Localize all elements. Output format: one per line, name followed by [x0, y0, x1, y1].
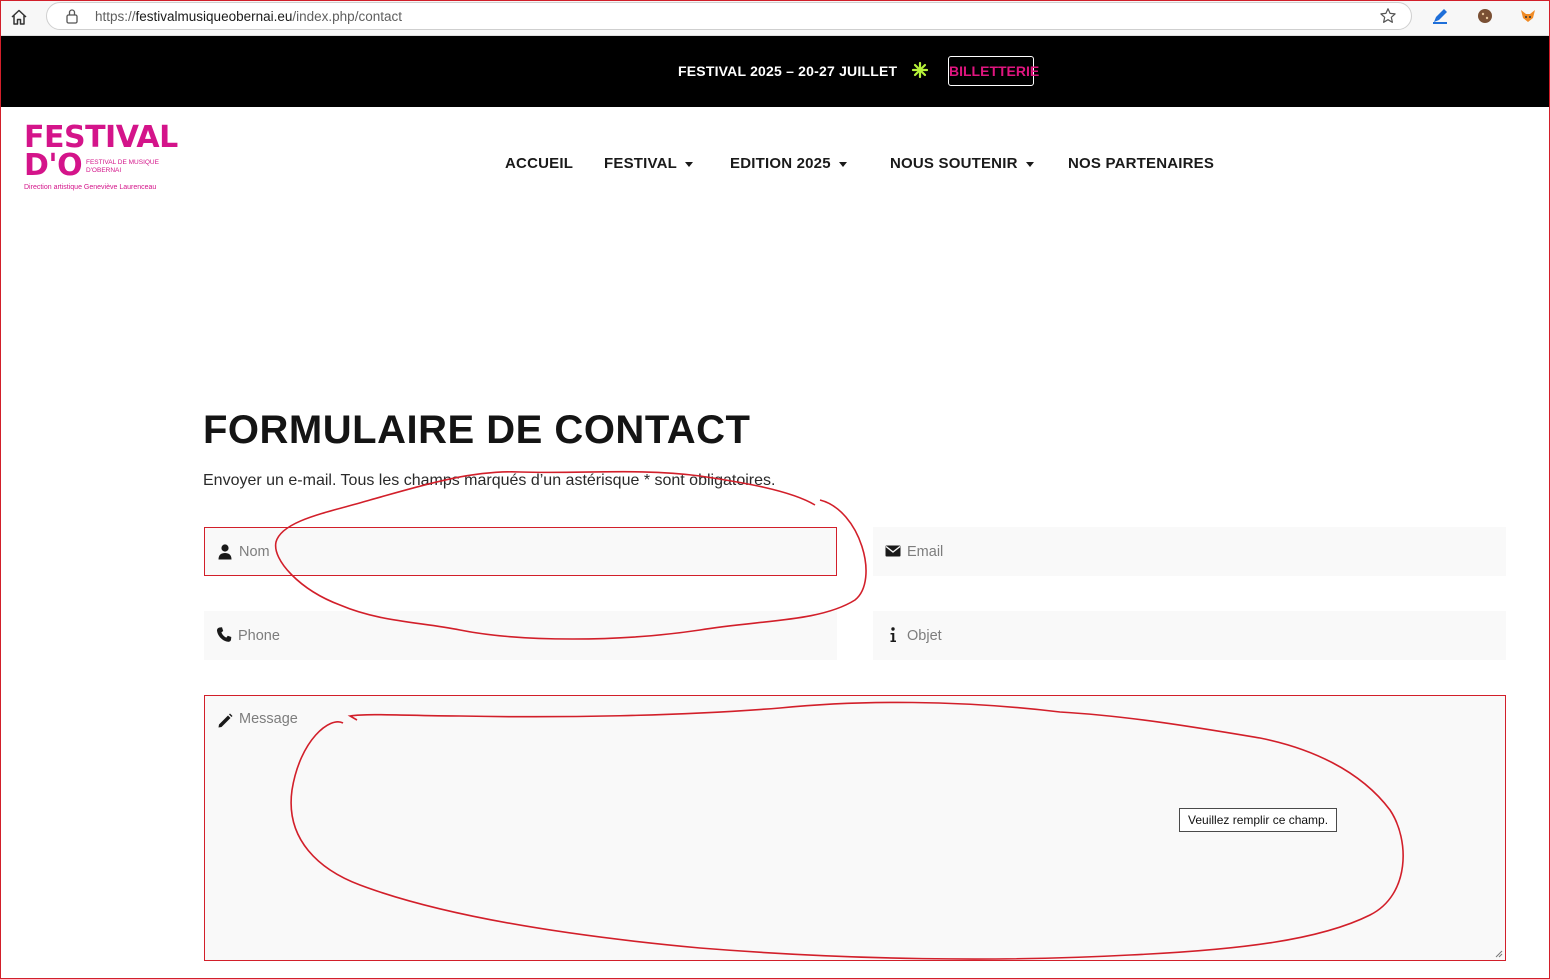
star-icon[interactable]	[1379, 7, 1397, 25]
nav-label: ACCUEIL	[505, 155, 574, 172]
nav-item-nos-partenaires[interactable]: NOS PARTENAIRES	[1068, 155, 1214, 172]
url-path: /index.php/contact	[292, 9, 402, 24]
user-icon	[218, 544, 232, 560]
logo-line2: D'O	[24, 148, 83, 183]
nav-item-festival[interactable]: FESTIVAL	[604, 155, 693, 172]
cookie-extension-icon[interactable]	[1475, 6, 1495, 26]
festival-dates: FESTIVAL 2025 – 20-27 JUILLET	[678, 63, 898, 79]
top-banner: FESTIVAL 2025 – 20-27 JUILLET BILLETTERI…	[0, 36, 1550, 107]
page-title: FORMULAIRE DE CONTACT	[203, 408, 751, 452]
pencil-icon	[218, 713, 233, 728]
address-bar[interactable]: https://festivalmusiqueobernai.eu/index.…	[46, 2, 1412, 30]
url-scheme: https://	[95, 9, 136, 24]
nav-item-nous-soutenir[interactable]: NOUS SOUTENIR	[890, 155, 1034, 172]
nav-item-accueil[interactable]: ACCUEIL	[505, 155, 573, 172]
site-logo[interactable]: FESTIVAL D'O FESTIVAL DE MUSIQUE D'OBERN…	[24, 122, 178, 194]
logo-subtitle: FESTIVAL DE MUSIQUE D'OBERNAI	[86, 159, 159, 174]
sparkle-icon	[911, 61, 929, 79]
logo-direction: Direction artistique Geneviève Laurencea…	[24, 184, 157, 191]
browser-toolbar: https://festivalmusiqueobernai.eu/index.…	[0, 0, 1550, 36]
envelope-icon	[885, 545, 901, 557]
caret-down-icon	[1025, 161, 1034, 167]
name-field[interactable]	[204, 527, 837, 576]
home-icon[interactable]	[8, 6, 30, 28]
phone-field[interactable]	[204, 611, 837, 660]
caret-down-icon	[685, 161, 693, 167]
ticket-button[interactable]: BILLETTERIE	[948, 56, 1039, 86]
nav-label: NOS PARTENAIRES	[1068, 155, 1215, 172]
form-intro: Envoyer un e-mail. Tous les champs marqu…	[203, 472, 776, 489]
phone-icon	[216, 627, 232, 642]
nav-item-edition-2025[interactable]: EDITION 2025	[730, 155, 847, 172]
url-text[interactable]: https://festivalmusiqueobernai.eu/index.…	[95, 9, 402, 24]
phone-input[interactable]	[238, 611, 831, 660]
subject-input[interactable]	[907, 611, 1500, 660]
nav-label: FESTIVAL	[604, 155, 677, 172]
email-input[interactable]	[907, 527, 1500, 576]
validation-tooltip: Veuillez remplir ce champ.	[1179, 808, 1338, 832]
lock-icon[interactable]	[65, 8, 79, 24]
url-host: festivalmusiqueobernai.eu	[135, 9, 293, 24]
subject-field[interactable]	[873, 611, 1506, 660]
nav-label: NOUS SOUTENIR	[890, 155, 1018, 172]
email-field[interactable]	[873, 527, 1506, 576]
pen-extension-icon[interactable]	[1430, 6, 1450, 26]
info-icon	[890, 627, 896, 642]
resize-grip-icon[interactable]	[1495, 950, 1503, 958]
fox-extension-icon[interactable]	[1518, 6, 1538, 26]
name-input[interactable]	[239, 528, 830, 575]
caret-down-icon	[838, 161, 847, 167]
nav-label: EDITION 2025	[730, 155, 831, 172]
